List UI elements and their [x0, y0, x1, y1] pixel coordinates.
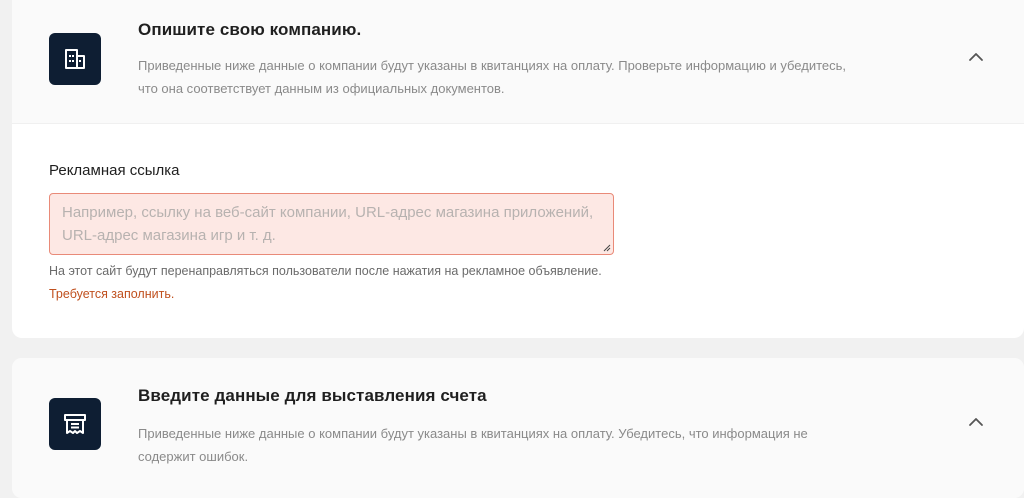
billing-section-title: Введите данные для выставления счета [138, 386, 487, 405]
chevron-up-icon[interactable] [964, 45, 988, 69]
ad-link-input[interactable] [49, 193, 614, 255]
building-icon [49, 33, 101, 85]
resize-handle-icon[interactable] [602, 243, 611, 252]
company-section-title: Опишите свою компанию. [138, 20, 362, 39]
ad-link-error-text: Требуется заполнить. [49, 287, 175, 301]
billing-section-header[interactable]: Введите данные для выставления счета При… [12, 358, 1024, 498]
ad-link-label: Рекламная ссылка [49, 162, 180, 179]
chevron-up-icon[interactable] [964, 410, 988, 434]
ad-link-helper-text: На этот сайт будут перенаправляться поль… [49, 264, 602, 278]
billing-section-card: Введите данные для выставления счета При… [12, 358, 1024, 498]
invoice-icon [49, 398, 101, 450]
billing-section-description: Приведенные ниже данные о компании будут… [138, 426, 808, 464]
company-section-description: Приведенные ниже данные о компании будут… [138, 58, 847, 96]
company-section-header[interactable]: Опишите свою компанию. Приведенные ниже … [12, 0, 1024, 124]
company-section-card: Опишите свою компанию. Приведенные ниже … [12, 0, 1024, 338]
